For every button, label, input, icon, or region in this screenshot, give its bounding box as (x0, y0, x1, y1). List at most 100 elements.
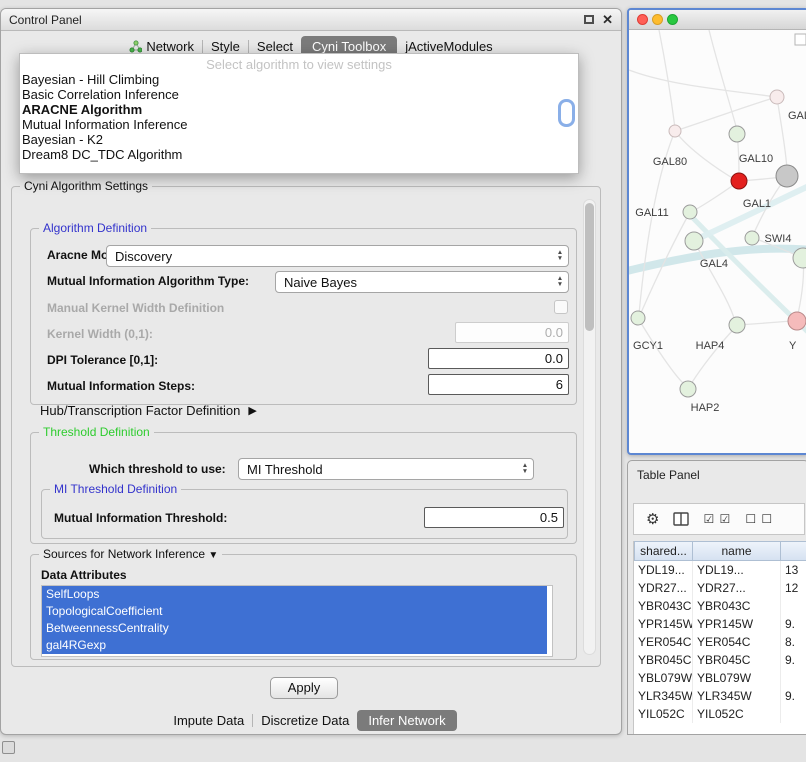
kernel-width-input[interactable] (455, 322, 569, 343)
table-row[interactable]: YBR045C YBR045C 9. (634, 651, 806, 669)
sources-group: Sources for Network Inference ▼ Data Att… (30, 554, 577, 660)
cell[interactable]: 9. (781, 687, 806, 705)
dropdown-placeholder: Select algorithm to view settings (20, 54, 578, 72)
cell[interactable] (781, 597, 806, 615)
network-scroll-corner[interactable] (795, 34, 806, 45)
dropdown-item[interactable]: Mutual Information Inference (20, 117, 578, 132)
attribute-item-selected[interactable]: gal4RGexp (42, 637, 547, 654)
column-header[interactable] (781, 541, 806, 561)
minimize-traffic-light[interactable] (652, 14, 663, 25)
cell[interactable]: YDR27... (693, 579, 781, 597)
settings-scrollbar[interactable] (583, 199, 596, 655)
tab-impute-data[interactable]: Impute Data (165, 710, 252, 731)
dpi-tolerance-input[interactable] (428, 348, 569, 369)
cell[interactable]: 8. (781, 633, 806, 651)
table-toolbar: ⚙ ☑ ☑ ☐ ☐ (633, 503, 805, 535)
cell[interactable]: YER054C (693, 633, 781, 651)
network-node[interactable] (776, 165, 798, 187)
deselect-all-checkboxes-icon[interactable]: ☐ ☐ (745, 512, 773, 526)
data-attributes-label: Data Attributes (41, 568, 127, 582)
hub-definition-expander[interactable]: Hub/Transcription Factor Definition ▶ (40, 403, 257, 418)
network-node[interactable] (685, 232, 703, 250)
dropdown-item-selected[interactable]: ARACNE Algorithm (20, 102, 578, 117)
network-node[interactable] (729, 317, 745, 333)
cell[interactable] (781, 669, 806, 687)
attribute-item-selected[interactable]: BetweennessCentrality (42, 620, 547, 637)
cell[interactable]: YBR045C (634, 651, 693, 669)
table-row[interactable]: YIL052C YIL052C (634, 705, 806, 723)
gear-icon[interactable]: ⚙ (646, 512, 659, 527)
network-node[interactable] (669, 125, 681, 137)
table-row[interactable]: YER054C YER054C 8. (634, 633, 806, 651)
dropdown-item[interactable]: Dream8 DC_TDC Algorithm (20, 147, 578, 162)
scrollbar-thumb[interactable] (585, 203, 594, 331)
network-canvas[interactable]: GAL80 GAL10 GAL11 GAL1 SWI4 GAL4 GCY1 HA… (629, 30, 806, 455)
sources-group-title[interactable]: Sources for Network Inference ▼ (39, 547, 222, 561)
cell[interactable]: YBR043C (693, 597, 781, 615)
cell[interactable]: 13 (781, 561, 806, 579)
which-threshold-combo[interactable]: MI Threshold ▲▼ (238, 458, 534, 480)
tab-label: Style (211, 39, 240, 54)
cell[interactable]: YPR145W (634, 615, 693, 633)
cell[interactable]: 12 (781, 579, 806, 597)
float-window-icon[interactable] (584, 15, 594, 24)
tab-label: Cyni Toolbox (312, 39, 386, 54)
combo-value: MI Threshold (239, 462, 517, 477)
dropdown-item[interactable]: Basic Correlation Inference (20, 87, 578, 102)
dropdown-item[interactable]: Bayesian - K2 (20, 132, 578, 147)
cell[interactable]: YIL052C (634, 705, 693, 723)
cell[interactable]: 9. (781, 651, 806, 669)
network-node[interactable] (729, 126, 745, 142)
network-node[interactable] (745, 231, 759, 245)
split-columns-icon[interactable] (673, 512, 689, 526)
network-node[interactable] (770, 90, 784, 104)
tab-label: Network (146, 39, 194, 54)
cell[interactable]: YIL052C (693, 705, 781, 723)
cell[interactable]: YBR043C (634, 597, 693, 615)
network-node[interactable] (683, 205, 697, 219)
column-header[interactable]: name (693, 541, 781, 561)
close-traffic-light[interactable] (637, 14, 648, 25)
cell[interactable]: YBL079W (693, 669, 781, 687)
cell[interactable]: YBL079W (634, 669, 693, 687)
attribute-item-selected[interactable]: SelfLoops (42, 586, 547, 603)
collapsed-panel-icon[interactable] (2, 741, 15, 754)
dropdown-item[interactable]: Bayesian - Hill Climbing (20, 72, 578, 87)
column-header[interactable]: shared... (634, 541, 693, 561)
cell[interactable]: YDL19... (634, 561, 693, 579)
cell[interactable]: 9. (781, 615, 806, 633)
aracne-mode-combo[interactable]: Discovery ▲▼ (106, 245, 569, 267)
cell[interactable]: YBR045C (693, 651, 781, 669)
cell[interactable]: YDL19... (693, 561, 781, 579)
tab-infer-network[interactable]: Infer Network (357, 710, 456, 731)
table-row[interactable]: YPR145W YPR145W 9. (634, 615, 806, 633)
manual-kernel-checkbox[interactable] (554, 300, 568, 314)
close-icon[interactable]: ✕ (602, 12, 613, 28)
network-node[interactable] (680, 381, 696, 397)
hub-definition-label: Hub/Transcription Factor Definition (40, 403, 240, 418)
network-node[interactable] (631, 311, 645, 325)
kernel-width-label: Kernel Width (0,1): (47, 327, 153, 341)
cell[interactable]: YLR345W (693, 687, 781, 705)
table-row[interactable]: YBL079W YBL079W (634, 669, 806, 687)
cell[interactable]: YLR345W (634, 687, 693, 705)
cell[interactable] (781, 705, 806, 723)
select-all-checkboxes-icon[interactable]: ☑ ☑ (703, 512, 731, 526)
table-row[interactable]: YLR345W YLR345W 9. (634, 687, 806, 705)
network-node[interactable] (788, 312, 806, 330)
network-node-selected[interactable] (731, 173, 747, 189)
table-row[interactable]: YDR27... YDR27... 12 (634, 579, 806, 597)
mi-steps-input[interactable] (428, 374, 569, 395)
apply-button[interactable]: Apply (270, 677, 338, 699)
zoom-traffic-light[interactable] (667, 14, 678, 25)
table-row[interactable]: YBR043C YBR043C (634, 597, 806, 615)
table-row[interactable]: YDL19... YDL19... 13 (634, 561, 806, 579)
cell[interactable]: YER054C (634, 633, 693, 651)
mi-threshold-input[interactable] (424, 507, 564, 528)
attribute-item-selected[interactable]: TopologicalCoefficient (42, 603, 547, 620)
node-label: GAL10 (739, 153, 773, 165)
mi-type-combo[interactable]: Naive Bayes ▲▼ (275, 271, 569, 293)
tab-discretize-data[interactable]: Discretize Data (253, 710, 357, 731)
cell[interactable]: YDR27... (634, 579, 693, 597)
cell[interactable]: YPR145W (693, 615, 781, 633)
